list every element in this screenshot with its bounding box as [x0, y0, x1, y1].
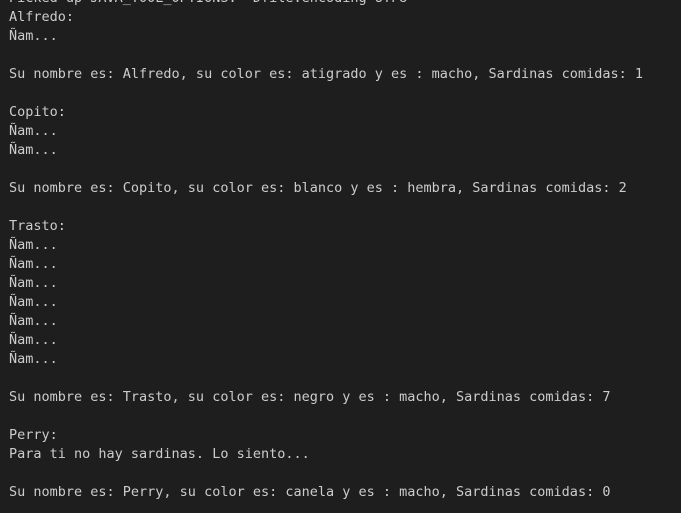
terminal-line: Ñam... [9, 275, 58, 291]
terminal-line: Ñam... [9, 332, 58, 348]
terminal-output[interactable]: Picked up JAVA_TOOL_OPTIONS: -Dfile.enco… [0, 0, 681, 513]
terminal-line: Picked up JAVA_TOOL_OPTIONS: -Dfile.enco… [9, 0, 681, 8]
terminal-line: Ñam... [9, 351, 58, 367]
terminal-line: Trasto: [9, 218, 66, 234]
terminal-line: Ñam... [9, 123, 58, 139]
terminal-line: Su nombre es: Trasto, su color es: negro… [9, 389, 611, 405]
terminal-line: Ñam... [9, 294, 58, 310]
terminal-line: Ñam... [9, 256, 58, 272]
terminal-line: Su nombre es: Alfredo, su color es: atig… [9, 66, 643, 82]
terminal-lines: Picked up JAVA_TOOL_OPTIONS: -Dfile.enco… [9, 0, 681, 502]
terminal-line: Ñam... [9, 313, 58, 329]
terminal-line: Para ti no hay sardinas. Lo siento... [9, 446, 310, 462]
terminal-line: Ñam... [9, 237, 58, 253]
terminal-line: Alfredo: [9, 9, 75, 25]
terminal-line: Perry: [9, 427, 58, 443]
terminal-line: Ñam... [9, 142, 58, 158]
terminal-line: Copito: [9, 104, 66, 120]
terminal-line: Su nombre es: Perry, su color es: canela… [9, 484, 611, 500]
terminal-line: Ñam... [9, 28, 58, 44]
terminal-line: Su nombre es: Copito, su color es: blanc… [9, 180, 627, 196]
